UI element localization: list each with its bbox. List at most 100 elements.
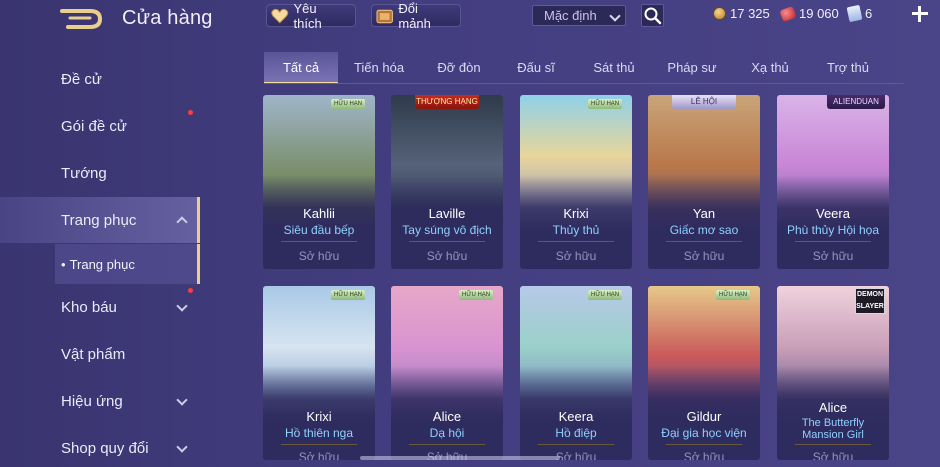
exchange-shards-label: Đổi mảnh xyxy=(398,0,431,31)
ticket-balance: 6 xyxy=(846,4,873,23)
hero-name: Alice xyxy=(818,400,848,415)
skin-name: Hồ thiên nga xyxy=(284,426,354,440)
tab-evolution[interactable]: Tiến hóa xyxy=(344,52,414,82)
gold-coin-icon xyxy=(713,7,726,20)
hero-name: Alice xyxy=(432,409,462,424)
collab-tag: ALIENDUAN xyxy=(827,95,885,109)
tab-all[interactable]: Tất cả xyxy=(264,52,338,84)
hero-name: Krixi xyxy=(306,409,332,424)
sort-dropdown[interactable]: Mặc định xyxy=(532,5,626,26)
skin-name: The Butterfly Mansion Girl xyxy=(801,417,865,441)
tab-divider xyxy=(264,83,904,84)
limited-badge: HỮU HẠN xyxy=(331,99,366,109)
sidebar-item-effects[interactable]: Hiệu ứng xyxy=(0,378,200,424)
tab-marksman[interactable]: Xạ thủ xyxy=(738,52,802,82)
divider xyxy=(538,241,614,242)
hero-name: Gildur xyxy=(686,409,722,424)
divider xyxy=(795,241,871,242)
sidebar-item-label: Gói đề cử xyxy=(61,117,127,135)
skin-card[interactable]: HỮU HẠN Gildur Đại gia học viện Sở hữu xyxy=(648,286,760,460)
chevron-down-icon xyxy=(609,10,621,22)
gold-amount: 17 325 xyxy=(730,6,770,21)
limited-badge: HỮU HẠN xyxy=(588,290,623,300)
sidebar-item-label: Hiệu ứng xyxy=(61,392,123,410)
hero-name: Veera xyxy=(816,206,850,221)
owned-status: Sở hữu xyxy=(683,249,725,263)
tab-mage[interactable]: Pháp sư xyxy=(660,52,724,82)
tab-assassin[interactable]: Sát thủ xyxy=(582,52,646,82)
sort-selected: Mặc định xyxy=(544,8,597,23)
limited-badge: HỮU HẠN xyxy=(331,290,366,300)
owned-status: Sở hữu xyxy=(298,450,340,460)
sidebar-item-recommended[interactable]: Đề cử xyxy=(0,56,200,102)
chevron-up-icon xyxy=(176,216,188,228)
skin-card[interactable]: HỮU HẠN Krixi Hồ thiên nga Sở hữu xyxy=(263,286,375,460)
bullet-icon: • xyxy=(61,256,66,272)
chevron-down-icon xyxy=(176,394,188,406)
divider xyxy=(409,444,485,445)
divider xyxy=(409,241,485,242)
skin-card[interactable]: ALIENDUAN Veera Phù thủy Hội họa Sở hữu xyxy=(777,95,889,269)
sidebar-item-label: Vật phẩm xyxy=(61,345,126,363)
exchange-shards-button[interactable]: Đổi mảnh xyxy=(371,1,461,31)
limited-badge: HỮU HẠN xyxy=(459,290,494,300)
skin-card[interactable]: HỮU HẠN Keera Hồ điệp Sở hữu xyxy=(520,286,632,460)
collab-logo: DEMON SLAYER xyxy=(855,288,885,314)
ticket-amount: 6 xyxy=(865,6,873,21)
skin-card[interactable]: HỮU HẠN Krixi Thủy thủ Sở hữu xyxy=(520,95,632,269)
sidebar-item-label: Tướng xyxy=(61,164,107,182)
chevron-down-icon xyxy=(176,300,188,312)
sidebar-subitem-skins[interactable]: • Trang phục xyxy=(55,244,200,284)
ruby-icon xyxy=(779,5,797,22)
sidebar-item-label: Đề cử xyxy=(61,70,102,88)
skin-name: Tay súng vô địch xyxy=(402,223,492,237)
skin-card[interactable]: HỮU HẠN Kahlii Siêu đầu bếp Sở hữu xyxy=(263,95,375,269)
skin-name: Hồ điệp xyxy=(555,426,597,440)
heart-icon xyxy=(271,8,289,23)
back-icon[interactable] xyxy=(60,7,104,29)
owned-status: Sở hữu xyxy=(426,249,468,263)
sidebar-subitem-label: Trang phục xyxy=(69,256,135,272)
tab-fighter[interactable]: Đấu sĩ xyxy=(504,52,568,82)
skin-card[interactable]: LỄ HỘI Yan Giấc mơ sao Sở hữu xyxy=(648,95,760,269)
sidebar-item-skins[interactable]: Trang phục xyxy=(0,197,200,243)
hero-name: Kahlii xyxy=(303,206,335,221)
owned-status: Sở hữu xyxy=(683,450,725,460)
gold-balance: 17 325 xyxy=(713,6,770,21)
event-tag: LỄ HỘI xyxy=(672,95,736,109)
favorites-label: Yêu thích xyxy=(293,0,322,31)
sidebar-item-bundles[interactable]: Gói đề cử xyxy=(0,103,200,149)
search-button[interactable] xyxy=(641,4,664,27)
premium-tag: THƯỢNG HẠNG xyxy=(415,95,479,109)
sidebar-item-exchange-shop[interactable]: Shop quy đổi xyxy=(0,425,200,467)
sidebar-item-label: Kho báu xyxy=(61,298,117,316)
owned-status: Sở hữu xyxy=(555,249,597,263)
limited-badge: HỮU HẠN xyxy=(716,290,751,300)
notification-dot xyxy=(188,110,193,115)
role-tabs: Tất cả Tiến hóa Đỡ đòn Đấu sĩ Sát thủ Ph… xyxy=(264,52,904,84)
skin-name: Dạ hội xyxy=(429,426,465,440)
ruby-amount: 19 060 xyxy=(799,6,839,21)
tab-support[interactable]: Trợ thủ xyxy=(816,52,880,82)
divider xyxy=(666,444,742,445)
sidebar-item-items[interactable]: Vật phẩm xyxy=(0,331,200,377)
skin-card[interactable]: HỮU HẠN Alice Dạ hội Sở hữu xyxy=(391,286,503,460)
sidebar-item-heroes[interactable]: Tướng xyxy=(0,150,200,196)
owned-status: Sở hữu xyxy=(298,249,340,263)
skin-card[interactable]: DEMON SLAYER Alice The Butterfly Mansion … xyxy=(777,286,889,460)
favorites-button[interactable]: Yêu thích xyxy=(266,1,356,31)
owned-status: Sở hữu xyxy=(812,450,854,460)
divider xyxy=(281,444,357,445)
scroll-indicator[interactable] xyxy=(360,456,560,460)
add-currency-icon[interactable] xyxy=(910,4,930,24)
shard-chest-icon xyxy=(376,9,393,23)
notification-dot xyxy=(188,288,193,293)
skin-card[interactable]: THƯỢNG HẠNG Laville Tay súng vô địch Sở … xyxy=(391,95,503,269)
search-icon xyxy=(644,7,662,25)
tab-tank[interactable]: Đỡ đòn xyxy=(424,52,494,82)
ticket-icon xyxy=(846,4,863,23)
sidebar-item-label: Shop quy đổi xyxy=(61,439,149,457)
sidebar-item-treasure[interactable]: Kho báu xyxy=(0,284,200,330)
skin-name: Giấc mơ sao xyxy=(669,223,739,237)
divider xyxy=(538,444,614,445)
